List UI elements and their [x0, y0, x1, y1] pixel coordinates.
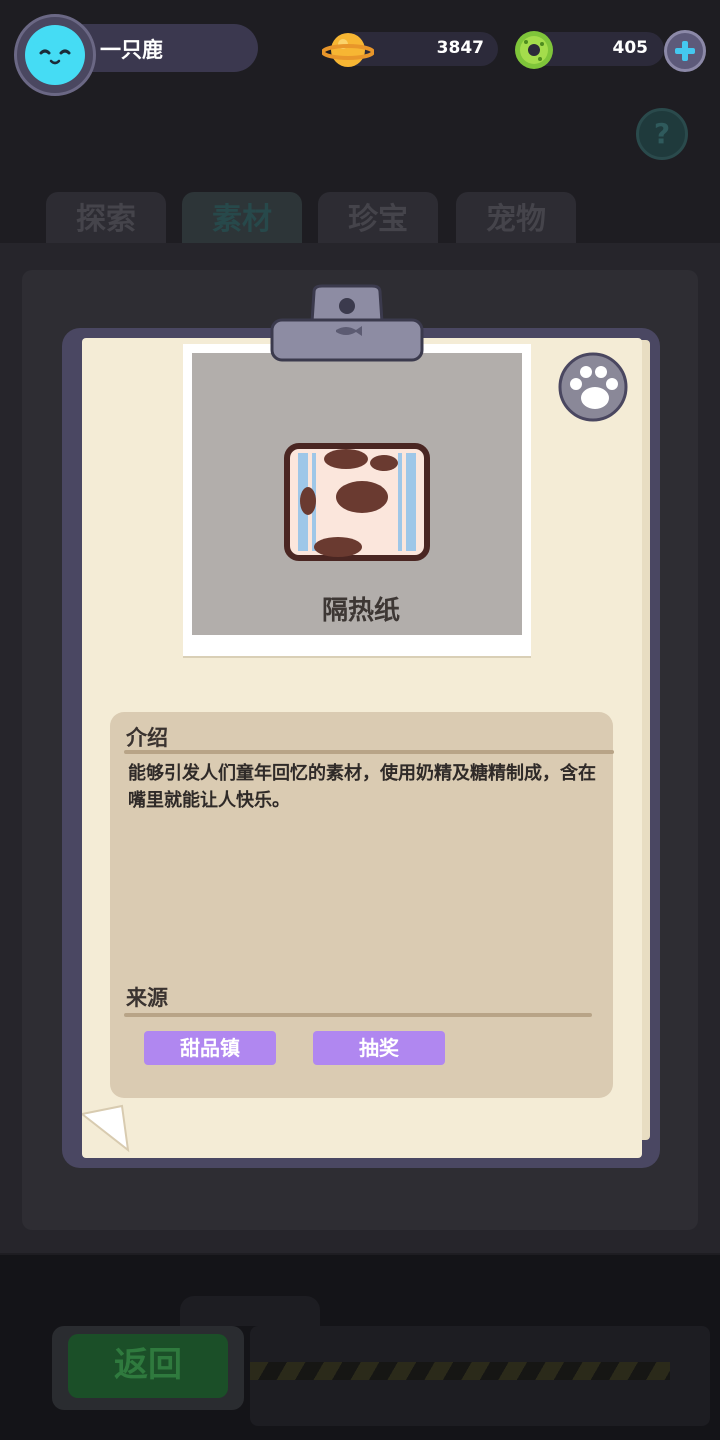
donut-gem-icon	[515, 31, 553, 69]
intro-text: 能够引发人们童年回忆的素材，使用奶精及糖精制成，含在嘴里就能让人快乐。	[128, 763, 596, 811]
tab-treasures[interactable]: 珍宝	[318, 192, 438, 244]
tab-materials[interactable]: 素材	[182, 192, 302, 244]
source-chip-lottery[interactable]: 抽奖	[313, 1031, 445, 1065]
paw-icon	[558, 352, 628, 422]
back-button[interactable]: 返回	[68, 1334, 228, 1398]
player-avatar[interactable]	[14, 14, 96, 96]
paper-corner-curl	[82, 1104, 130, 1153]
item-image	[284, 443, 430, 561]
player-name: 一只鹿	[100, 38, 163, 62]
add-currency-button[interactable]	[664, 30, 706, 72]
source-title: 来源	[126, 986, 168, 1010]
hazard-stripe	[250, 1362, 670, 1380]
cat-avatar-icon	[25, 25, 85, 85]
source-chip-dessert-town[interactable]: 甜品镇	[144, 1031, 276, 1065]
source-divider	[124, 1013, 592, 1017]
item-name: 隔热纸	[321, 596, 400, 626]
machine-decor	[180, 1296, 320, 1326]
tab-explore[interactable]: 探索	[46, 192, 166, 244]
question-icon[interactable]: ?	[636, 108, 688, 160]
top-bar: 一只鹿 3847 405	[0, 0, 720, 100]
tab-pets[interactable]: 宠物	[456, 192, 576, 244]
intro-title: 介绍	[126, 726, 168, 750]
gem-value: 405	[612, 38, 649, 58]
coin-value: 3847	[436, 38, 484, 58]
clipboard-clip	[270, 284, 424, 362]
planet-coin-icon	[322, 33, 374, 67]
intro-divider	[124, 750, 614, 754]
